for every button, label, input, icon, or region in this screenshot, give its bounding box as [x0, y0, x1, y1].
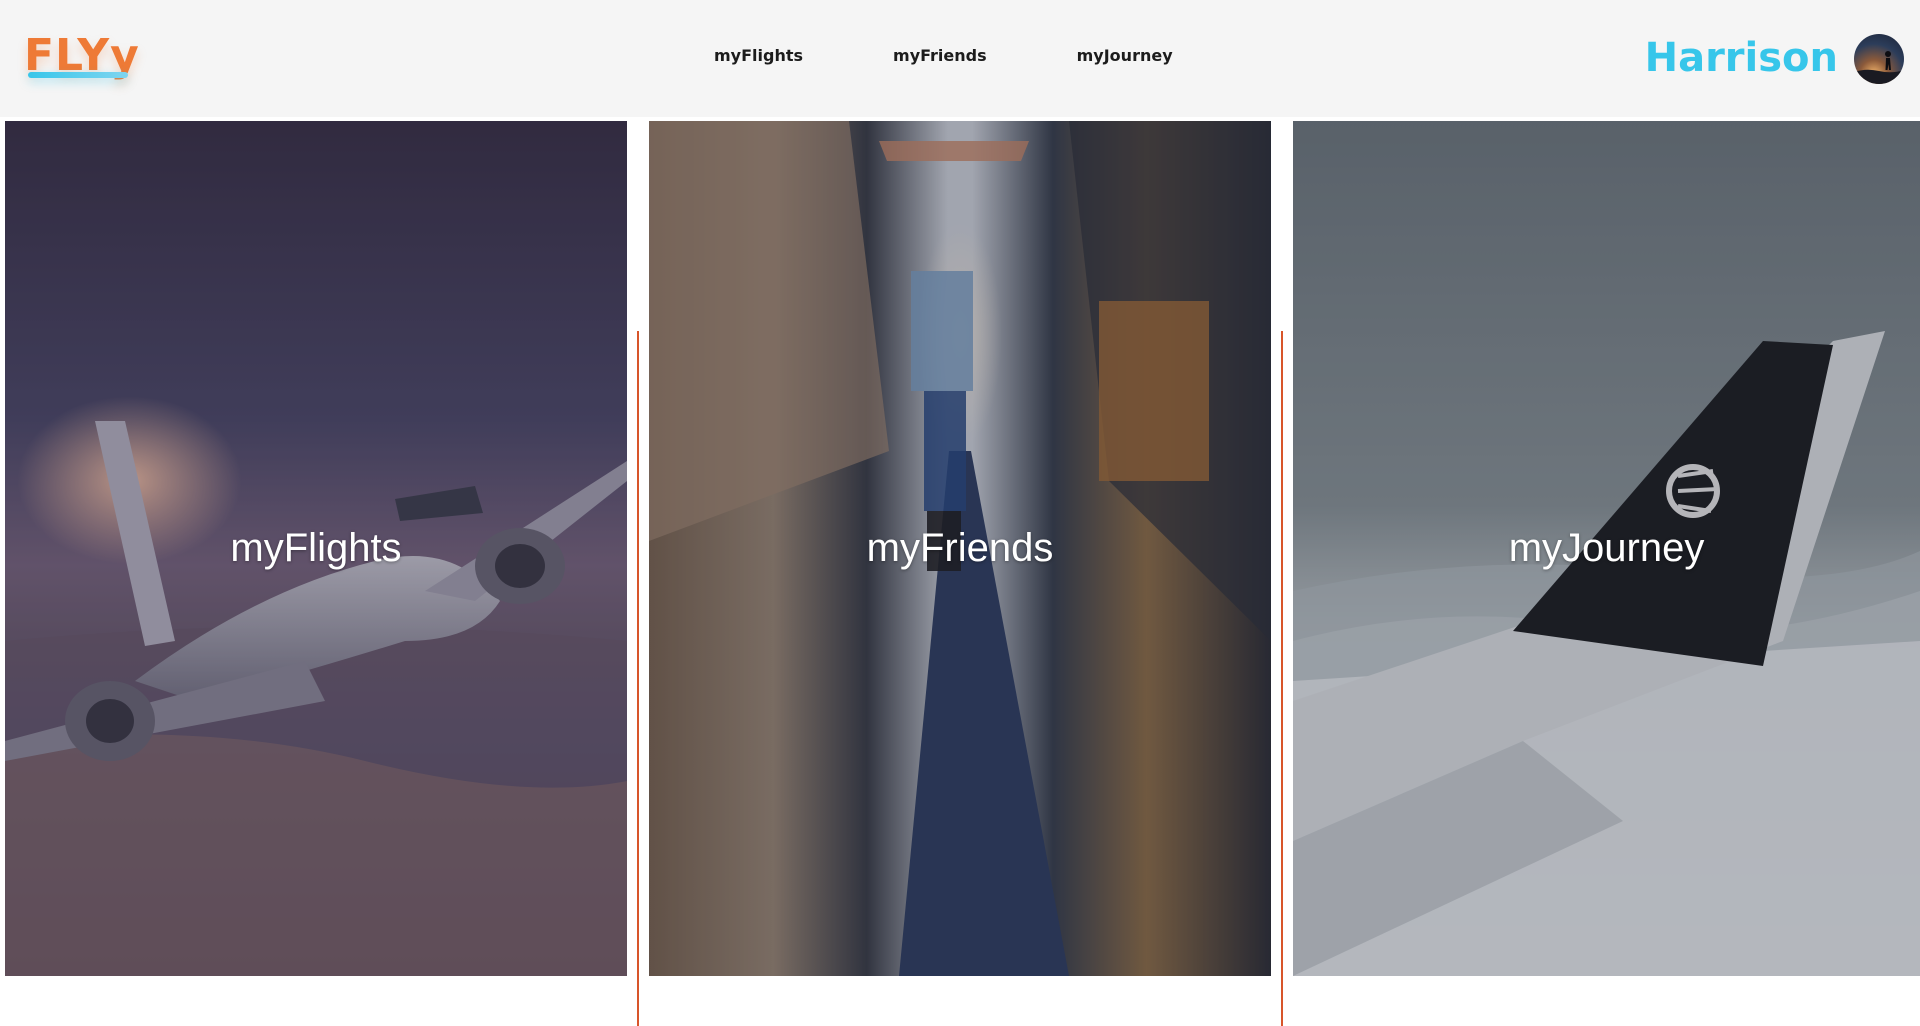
panel-myjourney[interactable]: myJourney	[1293, 121, 1920, 976]
panel-myfriends[interactable]: myFriends	[649, 121, 1271, 976]
main-nav: myFlights myFriends myJourney	[714, 46, 1173, 65]
logo-underline	[28, 72, 128, 78]
nav-link-myjourney[interactable]: myJourney	[1077, 46, 1173, 65]
panel-label-myfriends: myFriends	[866, 526, 1054, 570]
panel-myflights[interactable]: myFlights	[5, 121, 627, 976]
user-name[interactable]: Harrison	[1645, 34, 1838, 82]
person-silhouette-icon	[1854, 51, 1904, 84]
feature-panels: myFlights myFriends myJourney	[0, 121, 1920, 1026]
top-bar: FLYy myFlights myFriends myJourney Harri…	[0, 0, 1920, 117]
panel-divider	[637, 331, 639, 1026]
avatar-icon[interactable]	[1854, 34, 1904, 84]
panel-label-myflights: myFlights	[230, 526, 402, 570]
nav-link-myfriends[interactable]: myFriends	[893, 46, 987, 65]
panel-label-myjourney: myJourney	[1508, 526, 1705, 570]
panel-divider	[1281, 331, 1283, 1026]
nav-link-myflights[interactable]: myFlights	[714, 46, 803, 65]
